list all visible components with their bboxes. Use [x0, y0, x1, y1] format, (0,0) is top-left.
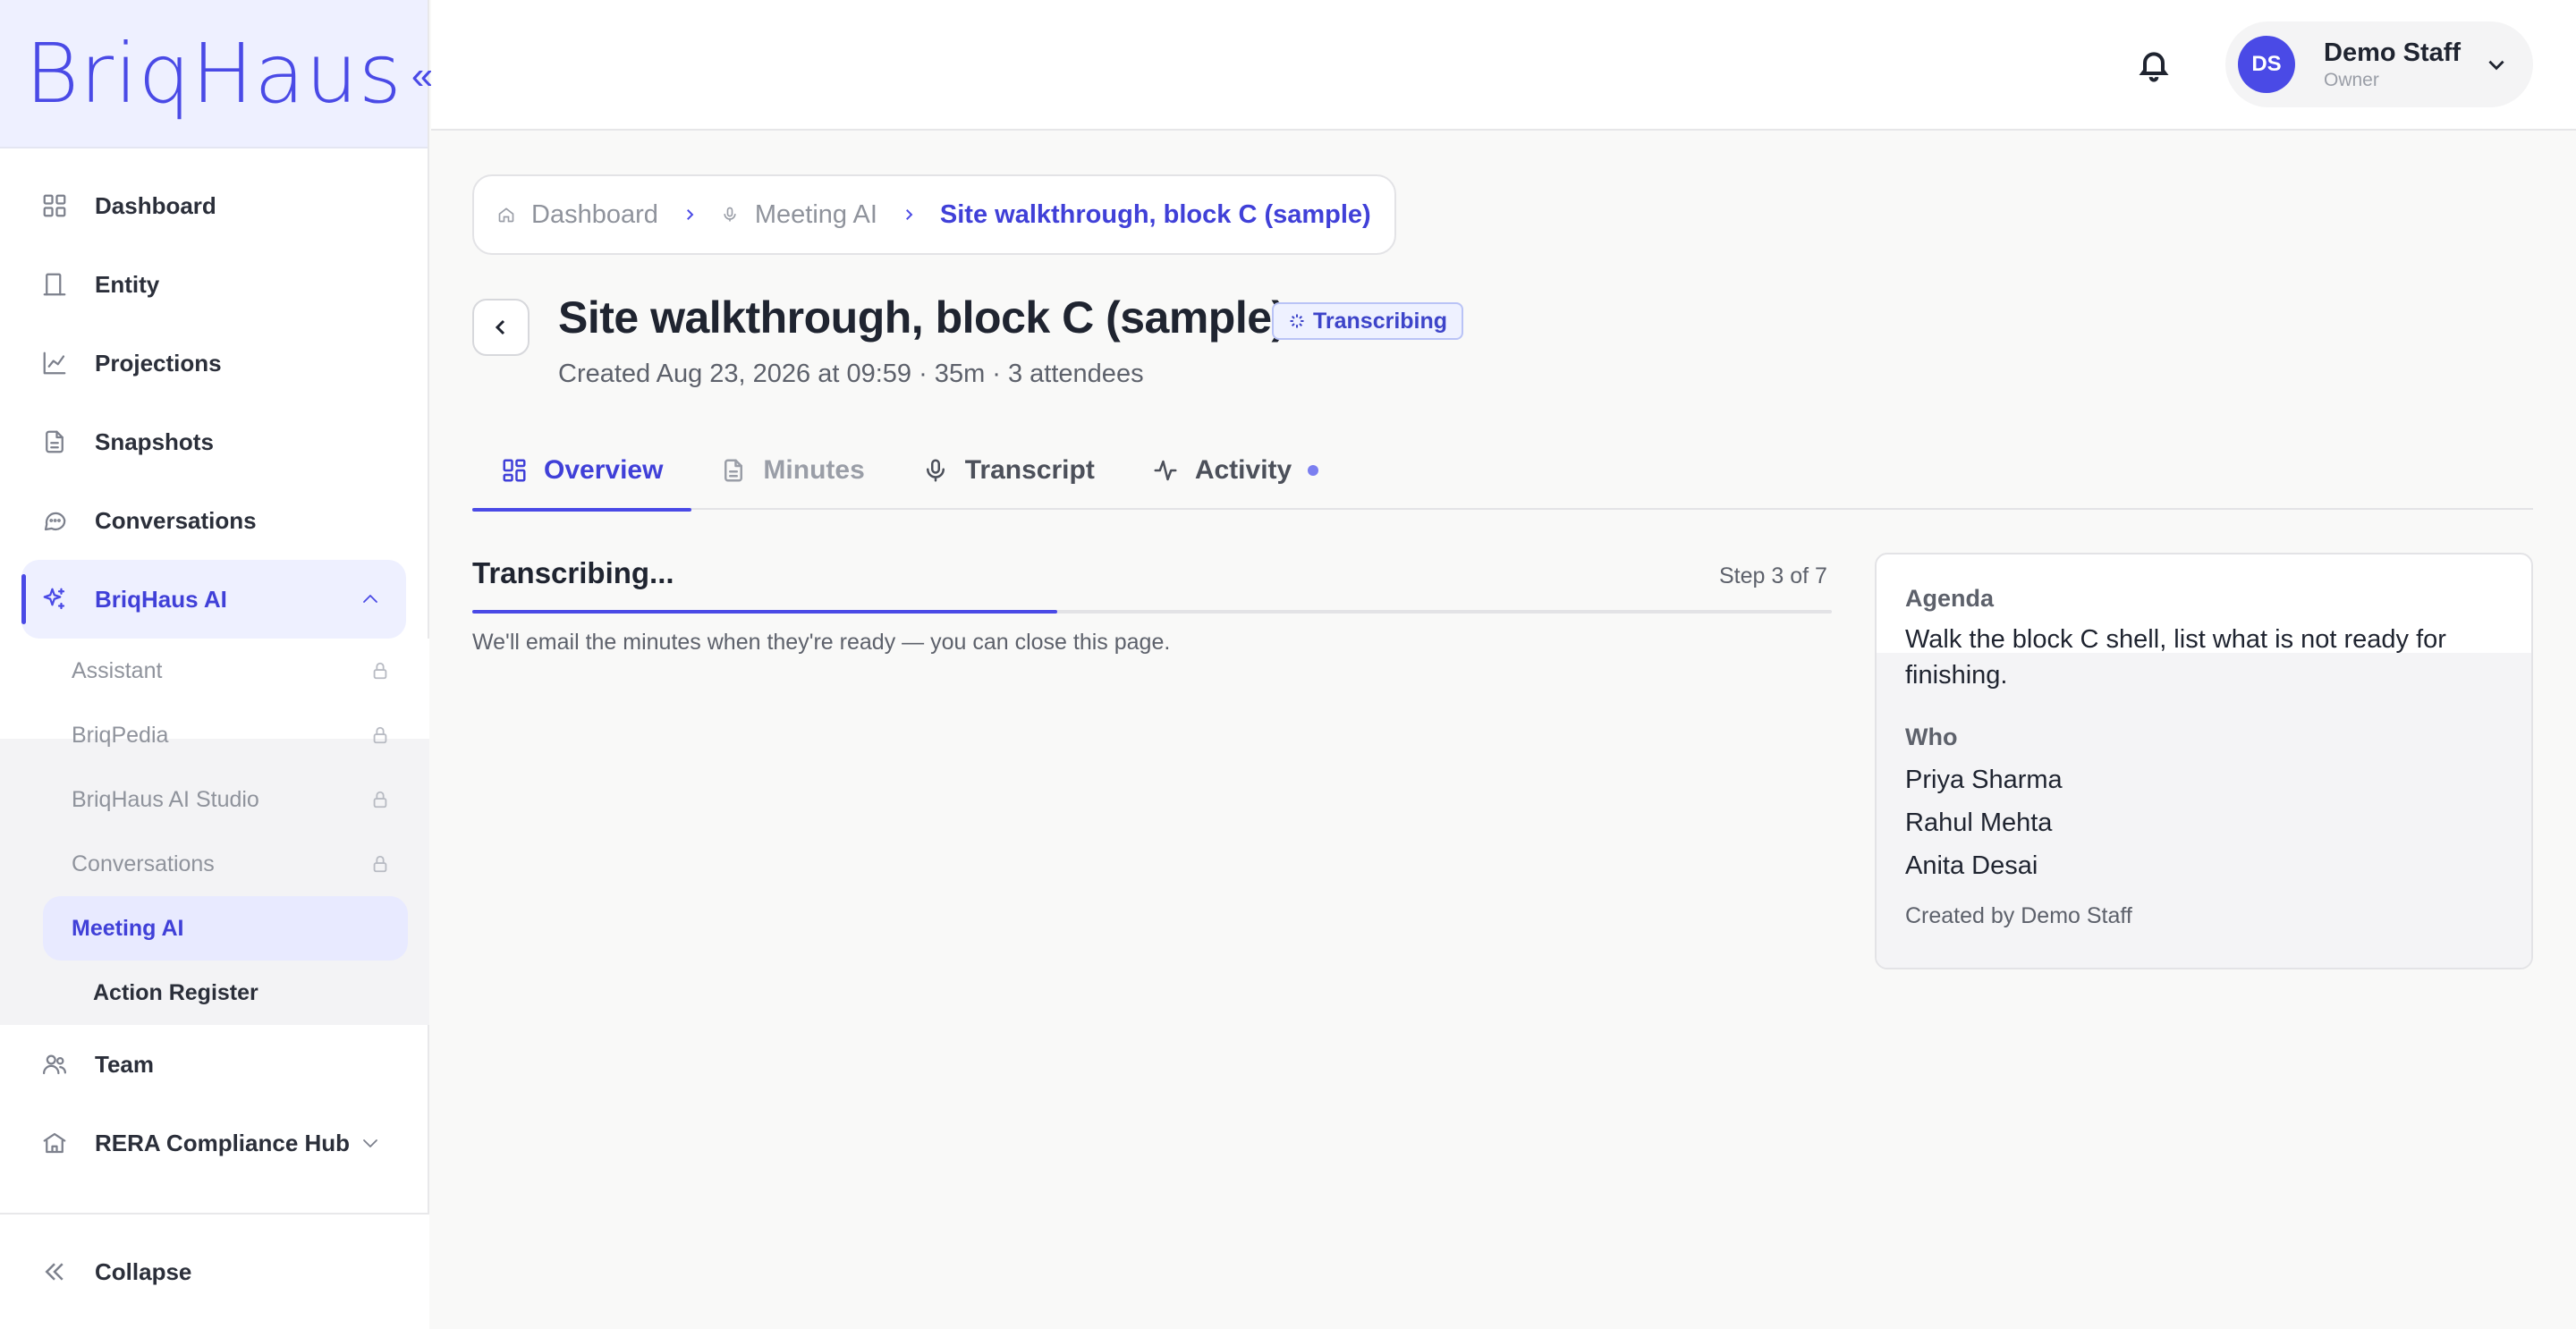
lock-icon — [373, 791, 387, 808]
attendee-item: Anita Desai — [1905, 851, 2038, 880]
sidebar-item-conversations[interactable]: Conversations — [21, 481, 406, 560]
breadcrumb-dashboard[interactable]: Dashboard — [497, 200, 658, 230]
sidebar-item-label: Snapshots — [95, 427, 214, 455]
microphone-icon — [926, 459, 945, 482]
subnav-item-label: BriqHaus AI Studio — [72, 786, 259, 812]
tab-overview[interactable]: Overview — [472, 431, 692, 512]
sidebar-item-rera-compliance-hub[interactable]: RERA Compliance Hub — [21, 1104, 406, 1182]
user-info: Demo Staff Owner — [2324, 38, 2461, 91]
sidebar-item-label: RERA Compliance Hub — [95, 1129, 351, 1156]
users-icon — [43, 1054, 67, 1075]
subnav-item-conversations[interactable]: Conversations — [43, 832, 408, 896]
tab-minutes[interactable]: Minutes — [691, 431, 893, 510]
grid-icon — [503, 459, 526, 482]
chevron-right-icon — [686, 209, 694, 220]
sidebar-item-label: Team — [95, 1050, 154, 1078]
attendee-item: Priya Sharma — [1905, 766, 2063, 794]
microphone-icon — [724, 207, 736, 222]
bell-icon[interactable] — [2136, 47, 2172, 82]
subnav-item-label: Assistant — [72, 657, 163, 683]
lock-icon — [373, 855, 387, 873]
briqhaus-ai-submenu: Assistant BriqPedia BriqHaus AI Studio C… — [0, 639, 429, 1025]
chevron-down-icon — [2488, 60, 2504, 71]
progress-bar-fill — [472, 610, 1057, 614]
created-by: Created by Demo Staff — [1905, 903, 2132, 928]
progress-title: Transcribing... — [472, 556, 674, 589]
subnav-item-ai-studio[interactable]: BriqHaus AI Studio — [43, 767, 408, 832]
subnav-item-label: BriqPedia — [72, 722, 169, 748]
lock-icon — [373, 726, 387, 744]
file-icon — [724, 459, 743, 482]
lock-icon — [373, 662, 387, 680]
sidebar-item-snapshots[interactable]: Snapshots — [21, 402, 406, 481]
sidebar-item-label: Dashboard — [95, 191, 216, 219]
collapse-label: Collapse — [95, 1257, 192, 1285]
double-chevron-left-icon — [45, 1263, 64, 1281]
chevron-right-icon — [905, 209, 913, 220]
subnav-item-label: Action Register — [93, 979, 258, 1005]
tab-activity[interactable]: Activity — [1123, 431, 1347, 510]
sidebar-item-label: Projections — [95, 349, 222, 377]
home-icon — [498, 207, 514, 223]
logo-area: BriqHaus « — [0, 0, 433, 148]
activity-indicator-dot — [1308, 465, 1319, 476]
sidebar-item-dashboard[interactable]: Dashboard — [21, 166, 406, 245]
collapse-button[interactable]: Collapse — [0, 1213, 429, 1329]
sidebar-item-label: Conversations — [95, 506, 257, 534]
agenda-label: Agenda — [1905, 585, 1995, 612]
attendee-item: Rahul Mehta — [1905, 808, 2053, 837]
user-menu[interactable]: DS Demo Staff Owner — [2225, 21, 2533, 107]
activity-icon — [1154, 460, 1177, 481]
building-icon — [43, 273, 66, 296]
tab-transcript[interactable]: Transcript — [894, 431, 1123, 510]
sparkles-icon — [43, 588, 65, 610]
chat-bubble-icon — [44, 512, 66, 531]
breadcrumb-meeting-ai[interactable]: Meeting AI — [721, 200, 877, 230]
chevron-up-icon[interactable] — [360, 588, 381, 610]
sidebar-item-briqhaus-ai[interactable]: BriqHaus AI — [21, 560, 406, 639]
back-button[interactable] — [472, 299, 530, 356]
sidebar-item-projections[interactable]: Projections — [21, 324, 406, 402]
progress-step: Step 3 of 7 — [1719, 563, 1827, 588]
sidebar-item-entity[interactable]: Entity — [21, 245, 406, 324]
breadcrumb-current: Site walkthrough, block C (sample) — [939, 199, 1371, 229]
who-label: Who — [1905, 724, 1958, 750]
attendee-list: Priya Sharma Rahul Mehta Anita Desai — [1905, 758, 2513, 887]
top-bar: DS Demo Staff Owner — [431, 0, 2576, 131]
agenda-text: Walk the block C shell, list what is not… — [1905, 625, 2446, 690]
subnav-item-briqpedia[interactable]: BriqPedia — [43, 703, 408, 767]
breadcrumb: Dashboard Meeting AI Site walkthrough, b… — [472, 174, 1396, 255]
loader-icon — [1290, 314, 1304, 328]
chevron-left-icon — [495, 319, 505, 335]
grid-icon — [43, 194, 66, 217]
subnav-item-label: Conversations — [72, 851, 215, 876]
subnav-item-label: Meeting AI — [72, 915, 184, 941]
user-name: Demo Staff — [2324, 38, 2462, 67]
avatar: DS — [2238, 36, 2295, 93]
sidebar-nav: Dashboard Entity Projections Snapshots C… — [0, 166, 429, 1182]
progress-note: We'll email the minutes when they're rea… — [472, 630, 1171, 655]
sidebar-item-team[interactable]: Team — [21, 1025, 406, 1104]
meeting-details-card: Agenda Walk the block C shell, list what… — [1875, 553, 2533, 969]
chart-line-icon — [43, 351, 66, 375]
progress-bar — [472, 610, 1832, 614]
subnav-item-action-register[interactable]: Action Register — [43, 961, 408, 1025]
subnav-item-meeting-ai[interactable]: Meeting AI — [43, 896, 408, 961]
meeting-meta: Created Aug 23, 2026 at 09:59 · 35m · 3 … — [558, 360, 1144, 388]
page-title: Site walkthrough, block C (sample) — [558, 292, 1286, 343]
chevron-down-icon[interactable] — [360, 1132, 381, 1154]
tab-bar: Overview Minutes Transcript Activity — [472, 431, 2533, 512]
sidebar-item-label: Entity — [95, 270, 160, 298]
subnav-item-assistant[interactable]: Assistant — [43, 639, 408, 703]
landmark-icon — [43, 1132, 66, 1154]
sidebar-item-label: BriqHaus AI — [95, 585, 227, 613]
collapse-sidebar-icon[interactable]: « — [411, 54, 433, 98]
user-role: Owner — [2324, 69, 2379, 90]
status-badge: Transcribing — [1272, 302, 1464, 340]
sidebar: BriqHaus « Dashboard Entity Projections … — [0, 0, 433, 1329]
file-icon — [46, 430, 64, 453]
brand-logo[interactable]: BriqHaus — [25, 26, 402, 122]
